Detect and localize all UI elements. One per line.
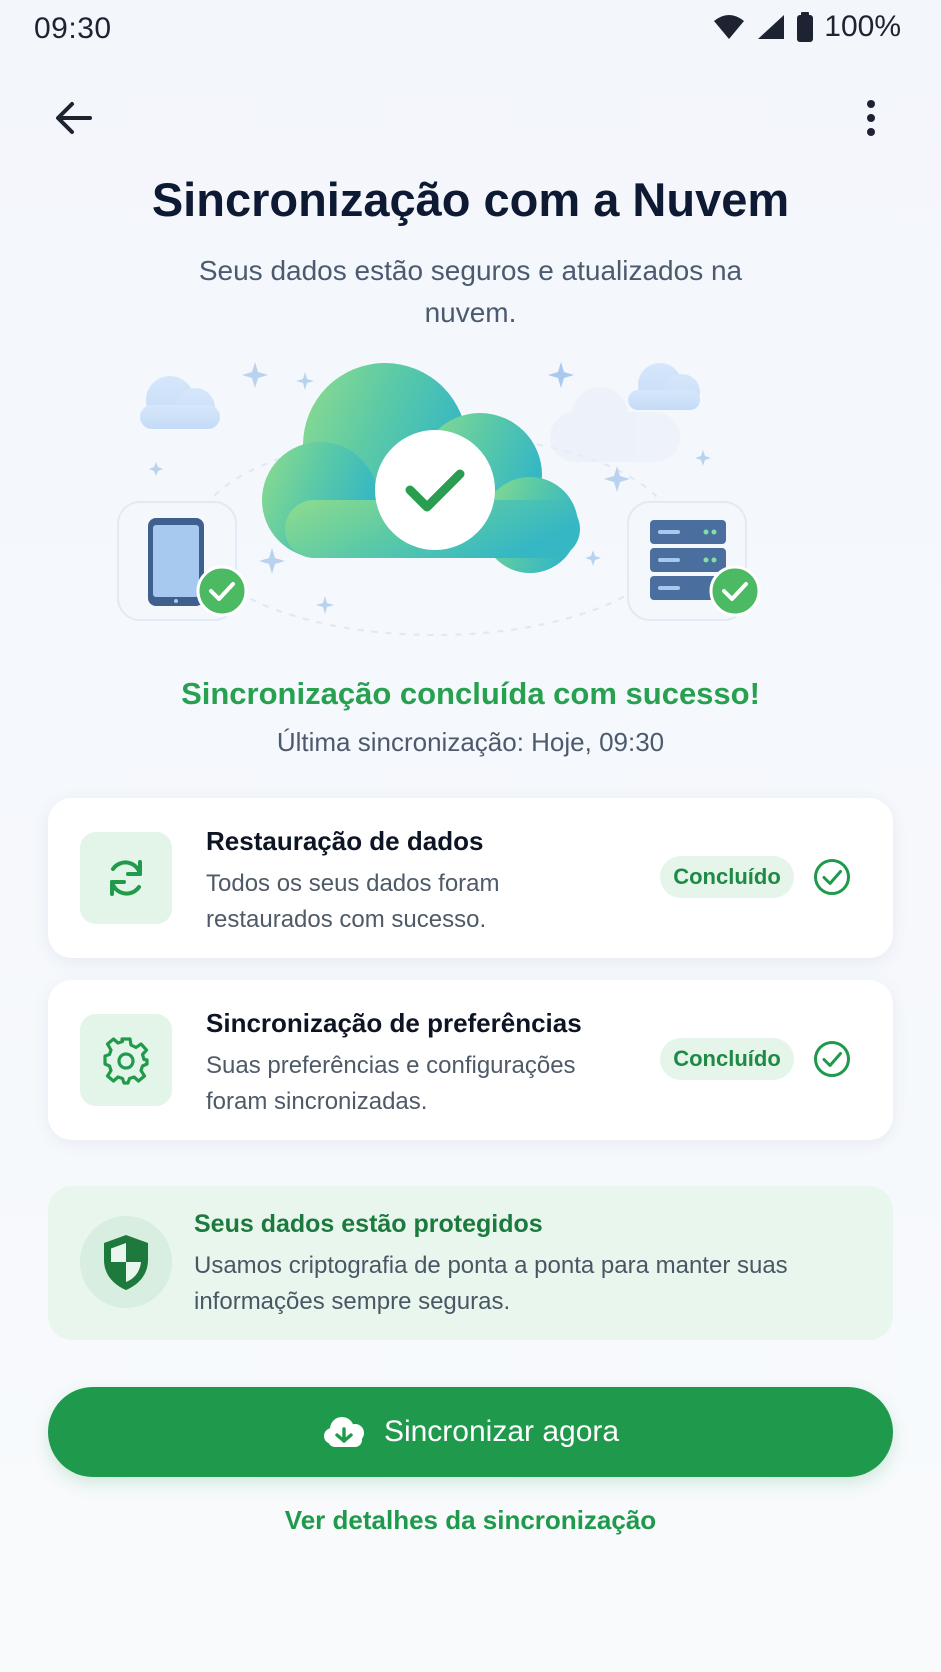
phone-device [117, 501, 248, 621]
card-preferences-sync: Sincronização de preferências Suas prefe… [48, 980, 893, 1140]
card-title: Restauração de dados [206, 826, 484, 856]
wifi-icon [714, 15, 745, 39]
background-cloud-left [140, 376, 220, 429]
back-button[interactable] [46, 90, 102, 146]
protect-icon-box [80, 1216, 172, 1308]
page-title: Sincronização com a Nuvem [151, 173, 790, 226]
cloud-sync-illustration [117, 362, 761, 636]
protection-title: Seus dados estão protegidos [194, 1210, 543, 1238]
cloud-sync-icon [323, 1417, 364, 1447]
status-time: 09:30 [34, 12, 112, 45]
check-circle-icon [814, 859, 850, 895]
last-sync-time: Última sincronização: Hoje, 09:30 [276, 727, 665, 757]
server-device [627, 501, 761, 621]
check-circle-icon [814, 1041, 850, 1077]
card-data-restore: Restauração de dados Todos os seus dados… [48, 798, 893, 958]
more-vertical-icon [867, 100, 875, 136]
card-title: Sincronização de preferências [206, 1008, 582, 1038]
page-subtitle: Seus dados estão seguros e atualizados n… [198, 255, 743, 328]
view-sync-details-link[interactable]: Ver detalhes da sincronização [0, 1505, 941, 1536]
card-icon-box [80, 1014, 172, 1106]
status-badge: Concluído [660, 1038, 794, 1080]
status-icons: 100% [712, 10, 901, 44]
main-cloud [262, 363, 580, 573]
status-badge: Concluído [660, 856, 794, 898]
arrow-left-icon [56, 102, 92, 134]
card-description: Suas preferências e configurações foram … [206, 1052, 576, 1115]
gear-icon [103, 1037, 149, 1085]
protection-description: Usamos criptografia de ponta a ponta par… [194, 1252, 788, 1315]
sync-success-message: Sincronização concluída com sucesso! [181, 676, 760, 711]
card-description: Todos os seus dados foram restaurados co… [206, 870, 500, 933]
card-icon-box [80, 832, 172, 924]
data-protection-notice: Seus dados estão protegidos Usamos cript… [48, 1186, 893, 1340]
shield-icon [104, 1235, 148, 1290]
background-cloud-right [628, 363, 700, 410]
sync-now-button[interactable]: Sincronizar agora [48, 1387, 893, 1477]
battery-icon [797, 12, 814, 42]
more-options-button[interactable] [851, 90, 891, 146]
battery-percentage: 100% [824, 10, 901, 43]
signal-icon [758, 15, 785, 39]
refresh-icon [110, 860, 142, 896]
sync-now-label: Sincronizar agora [383, 1415, 620, 1448]
